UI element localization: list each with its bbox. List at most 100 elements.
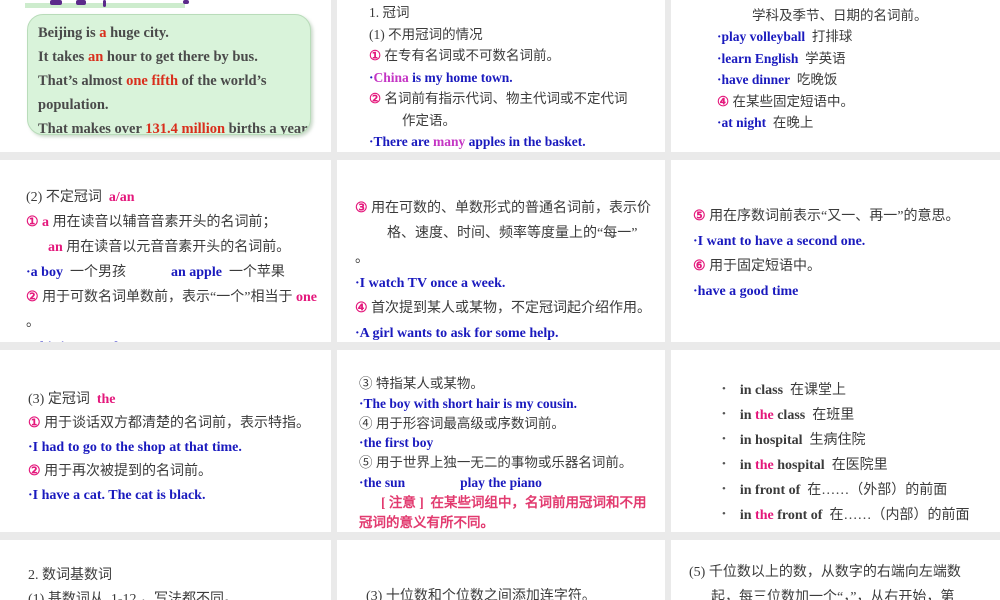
text-line: ④ 用于形容词最高级或序数词前。 <box>359 414 665 434</box>
text-segment: the <box>755 508 774 523</box>
slide-card-r2c3: ⑤ 用在序数词前表示“又一、再一”的意思。 ·I want to have a s… <box>671 160 1000 342</box>
slide-card-r1c1: Beijing is a huge city. It takes an hour … <box>0 0 331 152</box>
clipped-heading-glyph <box>183 0 189 4</box>
text-segment: (5) 千位数以上的数，从数字的右端向左端数 <box>689 565 961 580</box>
text-line: ·learn English 学英语 <box>717 48 1000 70</box>
text-segment: ·at night <box>717 115 767 130</box>
text-segment: huge city. <box>106 25 169 41</box>
text-segment: ·This is an apple. <box>26 340 128 342</box>
slide-card-r3c2: ③ 特指某人或某物。 ·The boy with short hair is my… <box>337 350 665 532</box>
text-segment: 冠词的意义有所不同。 <box>359 514 494 530</box>
text-segment: ·The boy with short hair is my cousin. <box>359 395 578 411</box>
text-line: ⑤ 用于世界上独一无二的事物或乐器名词前。 <box>359 453 665 473</box>
text-segment: 作定语。 <box>402 112 456 128</box>
text-line: (3) 定冠词 the <box>28 388 331 412</box>
text-segment: • <box>722 383 726 395</box>
text-segment: apples in the basket. <box>465 134 586 149</box>
text-line: 冠词的意义有所不同。 <box>359 513 665 532</box>
text-segment: 用在序数词前表示“又一、再一”的意思。 <box>709 209 960 224</box>
text-line: 2. 数词基数词 <box>28 564 331 588</box>
text-line: ① a 用在读音以辅音音素开头的名词前； <box>26 210 331 235</box>
text-line: ·A girl wants to ask for some help. <box>355 321 665 342</box>
card-text: ③ 特指某人或某物。 ·The boy with short hair is my… <box>337 374 665 532</box>
text-line: That’s almost one fifth of the world’s <box>38 69 310 93</box>
text-segment: (1) 不用冠词的情况 <box>369 26 483 42</box>
text-segment: 2. 数词基数词 <box>28 568 112 583</box>
text-segment: ① <box>28 416 45 431</box>
text-segment: ④ 用于形容词最高级或序数词前。 <box>359 415 565 431</box>
text-segment: ② <box>28 464 45 479</box>
text-segment: ·play volleyball <box>717 29 806 44</box>
text-segment: 吃晚饭 <box>790 72 838 87</box>
text-line: ·The boy with short hair is my cousin. <box>359 394 665 414</box>
text-segment: 在……（外部）的前面 <box>800 483 948 498</box>
text-segment: That makes over <box>38 121 146 135</box>
text-line: That makes over 131.4 million births a y… <box>38 117 310 135</box>
text-segment: 。 <box>355 251 369 266</box>
text-segment: ① a <box>26 215 53 230</box>
slide-card-r2c1: (2) 不定冠词 a/an ① a 用在读音以辅音音素开头的名词前； an 用在读音… <box>0 160 331 342</box>
text-segment: births a year. <box>225 121 310 135</box>
text-line: 作定语。 <box>369 110 665 132</box>
text-line: ② 名词前有指示代词、物主代词或不定代词 <box>369 88 665 110</box>
text-segment: 起，每三位数加一个“，”，从右开始，第 <box>711 590 955 600</box>
card-text: ⑤ 用在序数词前表示“又一、再一”的意思。 ·I want to have a s… <box>671 204 1000 304</box>
text-segment: 在班里 <box>805 408 855 423</box>
text-segment: ⑥ <box>693 259 710 274</box>
text-segment: 。 <box>26 315 40 330</box>
text-segment: ·the sun <box>359 474 406 490</box>
text-segment: in <box>739 508 756 523</box>
text-segment: (2) 不定冠词 <box>26 190 109 205</box>
slides-reading-view: { "palette": { "background": "#eaeaea", … <box>0 0 1000 600</box>
text-line: ② 用于再次被提到的名词前。 <box>28 460 331 484</box>
text-segment: 格、速度、时间、频率等度量上的“每一” <box>387 226 638 241</box>
text-segment: 用在读音以元音音素开头的名词前。 <box>66 240 291 255</box>
clipped-heading-glyph <box>76 0 86 5</box>
text-segment: ·a boy <box>26 265 63 280</box>
text-line: 起，每三位数加一个“，”，从右开始，第 <box>689 585 1000 600</box>
text-line: ④ 在某些固定短语中。 <box>717 91 1000 113</box>
text-segment: 在课堂上 <box>783 383 847 398</box>
text-segment: a/an <box>108 190 135 205</box>
text-line: ·play volleyball 打排球 <box>717 26 1000 48</box>
text-segment: [ 注意 ] 在某些词组中，名词前用冠词和不用 <box>381 494 647 510</box>
text-line: • in front of 在……（外部）的前面 <box>722 477 1000 502</box>
text-line: ·have a good time <box>693 279 1000 304</box>
text-segment: in <box>739 408 756 423</box>
text-line: (5) 千位数以上的数，从数字的右端向左端数 <box>689 560 1000 585</box>
text-line: (3) 十位数和个位数之间添加连字符。 <box>366 585 665 600</box>
text-segment: 用在可数的、单数形式的普通名词前，表示价 <box>371 201 652 216</box>
text-segment: one fifth <box>126 73 179 89</box>
text-line: ⑤ 用在序数词前表示“又一、再一”的意思。 <box>693 204 1000 229</box>
text-segment: many <box>433 134 466 149</box>
text-segment: one <box>296 290 317 305</box>
text-line: an 用在读音以元音音素开头的名词前。 <box>26 235 331 260</box>
card-text: • in class 在课堂上 • in the class 在班里 • in hospi… <box>671 377 1000 527</box>
text-line: • in the hospital 在医院里 <box>722 452 1000 477</box>
text-segment: 用于谈话双方都清楚的名词前，表示特指。 <box>44 416 311 431</box>
text-segment: 用于再次被提到的名词前。 <box>44 464 213 479</box>
text-segment: the <box>755 408 774 423</box>
text-line: ① 在专有名词或不可数名词前。 <box>369 45 665 67</box>
text-segment: 打排球 <box>805 29 853 44</box>
text-segment: class <box>773 408 806 423</box>
text-segment: ③ <box>717 0 732 1</box>
text-segment: an apple <box>170 265 222 280</box>
text-line: Beijing is a huge city. <box>38 21 310 45</box>
card-text: (3) 十位数和个位数之间添加连字符。 <box>337 585 665 600</box>
text-segment: in front of <box>739 483 801 498</box>
text-segment: front of <box>773 508 823 523</box>
text-segment: an <box>48 240 67 255</box>
text-segment: That’s almost <box>38 73 127 89</box>
text-line: • in the front of 在……（内部）的前面 <box>722 502 1000 527</box>
text-line: (2) 不定冠词 a/an <box>26 185 331 210</box>
text-segment: 131.4 million <box>145 121 226 135</box>
text-line: ③ 特指某人或某物。 <box>359 374 665 394</box>
text-segment: ② <box>26 290 43 305</box>
text-segment: ④ <box>717 93 733 109</box>
text-line: ·have dinner 吃晚饭 <box>717 69 1000 91</box>
text-segment: ③ 特指某人或某物。 <box>359 376 484 391</box>
text-line: (1) 不用冠词的情况 <box>369 24 665 46</box>
text-segment: 用于可数名词单数前，表示“一个”相当于 <box>42 290 296 305</box>
text-line: ① 用于谈话双方都清楚的名词前，表示特指。 <box>28 412 331 436</box>
